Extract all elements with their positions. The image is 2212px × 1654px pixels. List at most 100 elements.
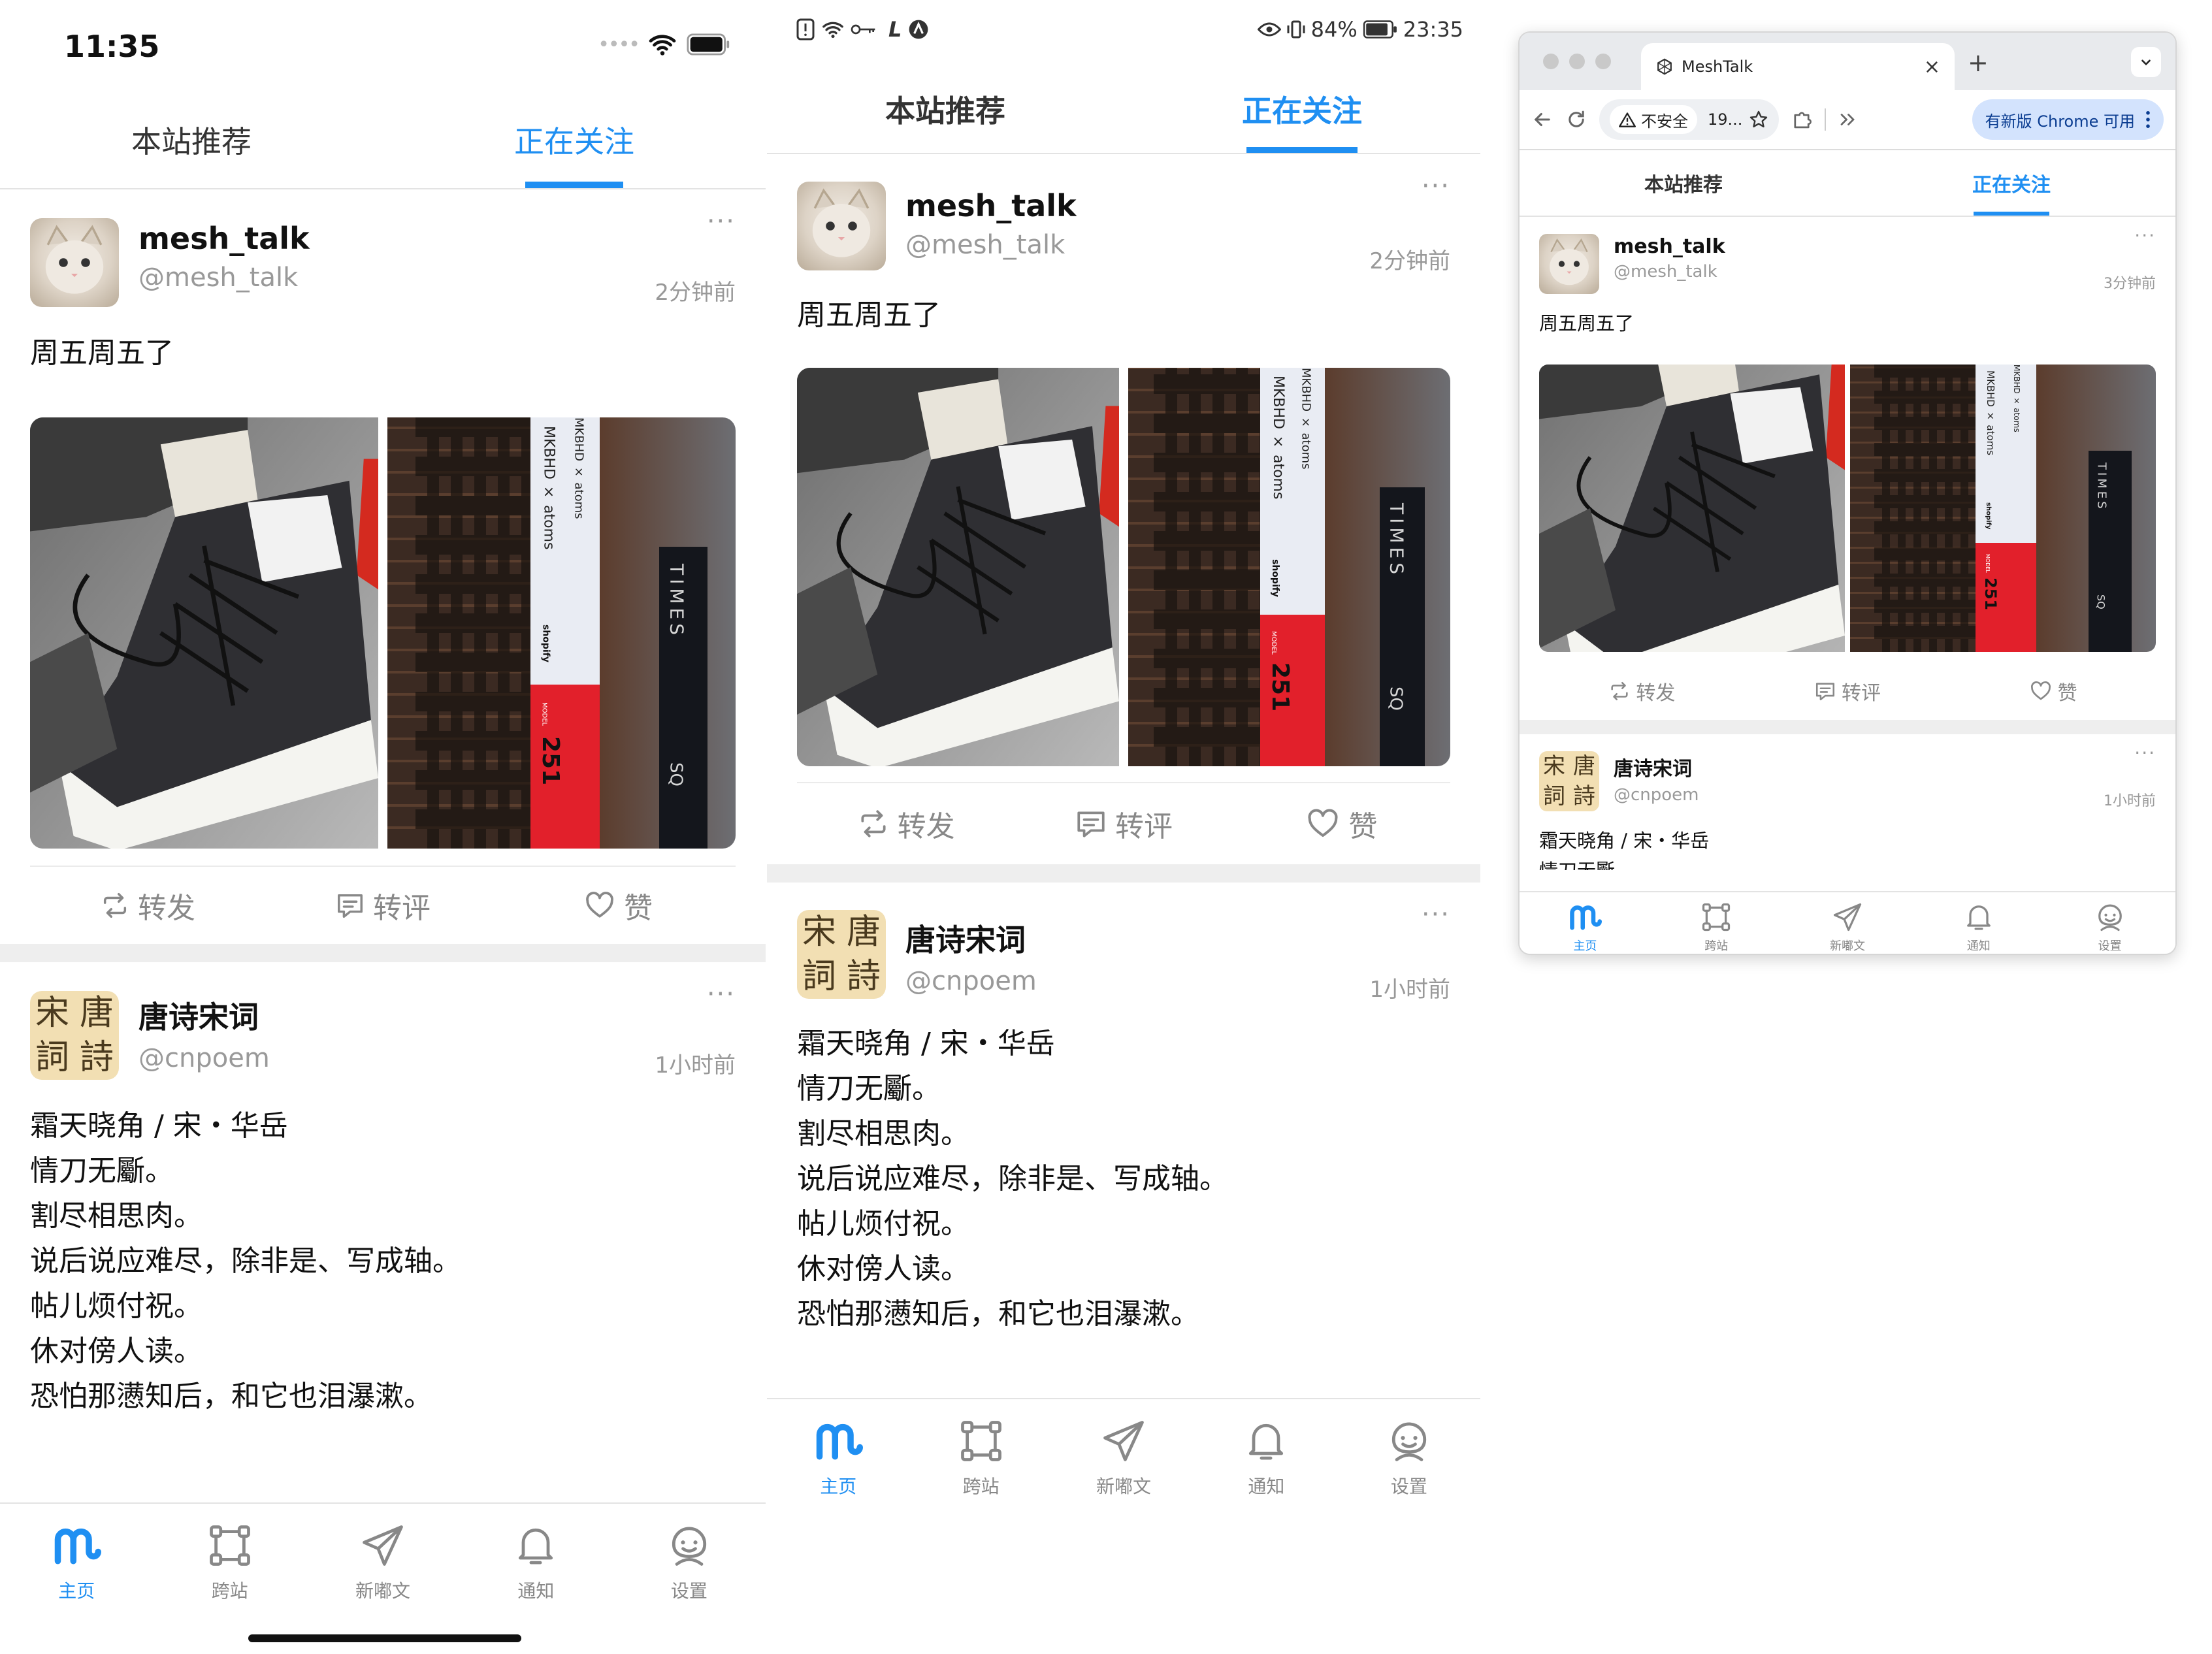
new-tab-button[interactable]: + (1968, 48, 1989, 77)
author-name[interactable]: 唐诗宋词 (138, 994, 736, 1037)
repost-button[interactable]: 转发 (1539, 662, 1745, 720)
nav-label: 设置 (670, 1580, 708, 1602)
address-bar[interactable]: 不安全 19... (1599, 99, 1780, 140)
tab-recommend[interactable]: 本站推荐 (0, 91, 383, 188)
repost-button[interactable]: 转发 (797, 783, 1015, 864)
tab-recommend[interactable]: 本站推荐 (767, 65, 1124, 153)
browser-tab[interactable]: MeshTalk × (1641, 43, 1955, 90)
home-indicator[interactable] (248, 1634, 521, 1642)
billboard-number: 251 (1266, 662, 1293, 712)
more-menu-button[interactable]: ··· (2134, 225, 2156, 246)
post-card: mesh_talk @mesh_talk ··· 3分钟前 周五周五了 MKBH… (1520, 217, 2175, 720)
avatar[interactable] (30, 218, 119, 307)
extension-icon[interactable] (1791, 108, 1813, 131)
avatar[interactable]: 宋 唐 詞 詩 (797, 910, 886, 999)
not-secure-chip[interactable]: 不安全 (1610, 105, 1697, 134)
post-time: 1小时前 (1369, 977, 1450, 1003)
bell-icon (1962, 900, 1996, 934)
avatar[interactable]: 宋 唐 詞 詩 (1539, 751, 1599, 811)
nav-settings[interactable]: 设置 (2044, 900, 2175, 954)
tab-following[interactable]: 正在关注 (1124, 65, 1480, 153)
tab-title: MeshTalk (1682, 57, 1753, 76)
maximize-window-button[interactable] (1595, 54, 1611, 69)
nav-cross-site[interactable]: 跨站 (1651, 900, 1782, 954)
avatar[interactable]: 宋 唐 詞 詩 (30, 991, 119, 1080)
post-time: 1小时前 (2104, 793, 2156, 809)
comment-button[interactable]: 转评 (1015, 783, 1232, 864)
author-name[interactable]: mesh_talk (905, 188, 1450, 223)
kebab-icon[interactable] (2145, 110, 2151, 129)
tab-close-button[interactable]: × (1924, 56, 1940, 78)
author-name[interactable]: 唐诗宋词 (1614, 753, 2156, 781)
author-handle: @mesh_talk (1614, 262, 1717, 282)
feed-tabs: 本站推荐 正在关注 (1520, 150, 2175, 217)
nav-home[interactable]: 主页 (1520, 900, 1651, 954)
paper-plane-icon (1830, 900, 1864, 934)
star-icon[interactable] (1749, 110, 1768, 129)
more-menu-button[interactable]: ··· (1422, 171, 1450, 201)
billboard-model: MODEL (1984, 554, 1991, 574)
comment-button[interactable]: 转评 (265, 867, 500, 944)
reload-icon[interactable] (1565, 108, 1587, 131)
nav-cross-site[interactable]: 跨站 (909, 1416, 1052, 1502)
repost-icon (1608, 680, 1631, 702)
more-menu-button[interactable]: ··· (2134, 742, 2156, 764)
nav-new-post[interactable]: 新嘟文 (1052, 1416, 1195, 1502)
author-name[interactable]: 唐诗宋词 (905, 916, 1450, 960)
more-menu-button[interactable]: ··· (1422, 900, 1450, 930)
cross-site-icon (205, 1521, 255, 1570)
post-image-shoe[interactable] (30, 417, 378, 849)
tab-recommend[interactable]: 本站推荐 (1520, 150, 1847, 216)
nav-home[interactable]: 主页 (0, 1521, 153, 1654)
nav-home[interactable]: 主页 (767, 1416, 909, 1502)
bell-icon (511, 1521, 561, 1570)
nav-label: 设置 (2098, 939, 2122, 953)
nav-label: 新嘟文 (1096, 1476, 1152, 1497)
tab-following[interactable]: 正在关注 (1847, 150, 2175, 216)
post-image-billboard[interactable]: MKBHD × atoms MKBHD × atoms shopify MODE… (1850, 365, 2156, 652)
nav-label: 跨站 (211, 1580, 248, 1602)
avatar-char: 詞 (1543, 783, 1565, 809)
author-name[interactable]: mesh_talk (138, 221, 736, 256)
post-image-shoe[interactable] (1539, 365, 1845, 652)
tab-following[interactable]: 正在关注 (383, 91, 766, 188)
nav-notify[interactable]: 通知 (1195, 1416, 1337, 1502)
like-label: 赞 (1348, 810, 1378, 843)
browser-titlebar: MeshTalk × + (1520, 33, 2175, 90)
post-image-shoe[interactable] (797, 368, 1119, 766)
update-chrome-button[interactable]: 有新版 Chrome 可用 (1972, 99, 2164, 140)
like-button[interactable]: 赞 (500, 867, 736, 944)
home-logo-icon (1568, 900, 1602, 934)
minimize-window-button[interactable] (1569, 54, 1585, 69)
like-label: 赞 (2057, 682, 2077, 705)
nav-new-post[interactable]: 新嘟文 (1782, 900, 1913, 954)
avatar[interactable] (1539, 234, 1599, 294)
billboard-shopify: shopify (540, 624, 551, 662)
comment-button[interactable]: 转评 (1745, 662, 1951, 720)
post-image-billboard[interactable]: MKBHD × atoms MKBHD × atoms shopify MODE… (1128, 368, 1450, 766)
close-window-button[interactable] (1543, 54, 1559, 69)
billboard-text-left: MKBHD × atoms (540, 426, 557, 550)
nav-label: 通知 (1248, 1476, 1285, 1497)
nav-label: 设置 (1390, 1476, 1427, 1497)
nav-notify[interactable]: 通知 (1913, 900, 2044, 954)
nav-settings[interactable]: 设置 (613, 1521, 766, 1654)
tab-search-button[interactable] (2131, 47, 2161, 77)
back-icon[interactable] (1531, 108, 1553, 131)
author-name[interactable]: mesh_talk (1614, 235, 2156, 258)
post-line: 周五周五了 (30, 336, 174, 370)
more-menu-button[interactable]: ··· (707, 206, 736, 236)
nav-label: 新嘟文 (1829, 939, 1865, 953)
avatar-char: 唐 (1573, 753, 1595, 779)
nav-settings[interactable]: 设置 (1338, 1416, 1480, 1502)
avatar[interactable] (797, 182, 886, 270)
repost-button[interactable]: 转发 (30, 867, 265, 944)
post-time: 2分钟前 (1369, 248, 1450, 274)
home-logo-icon (52, 1521, 101, 1570)
post-line: 霜天晓角 / 宋・华岳 (797, 1027, 1055, 1060)
more-menu-button[interactable]: ··· (707, 979, 736, 1009)
like-button[interactable]: 赞 (1233, 783, 1450, 864)
like-button[interactable]: 赞 (1950, 662, 2156, 720)
post-image-billboard[interactable]: MKBHD × atoms MKBHD × atoms shopify MODE… (387, 417, 736, 849)
chevron-double-icon[interactable] (1838, 110, 1857, 129)
